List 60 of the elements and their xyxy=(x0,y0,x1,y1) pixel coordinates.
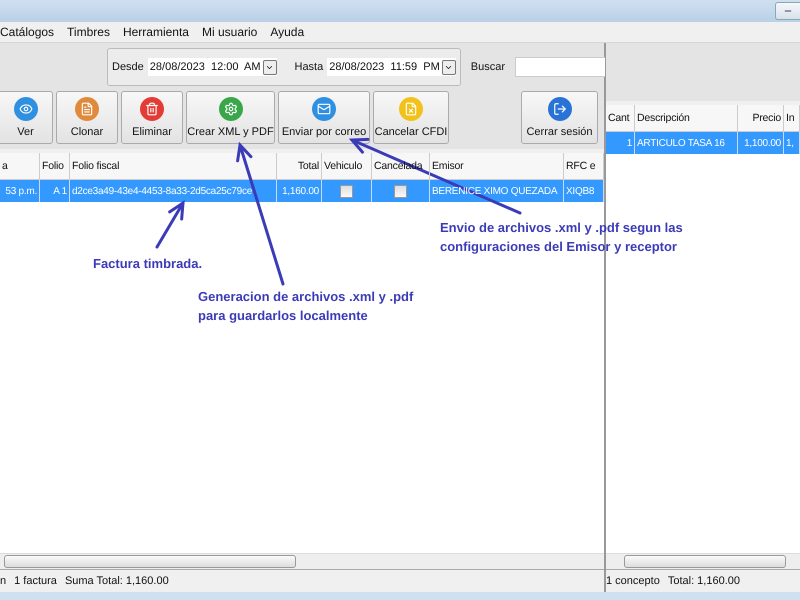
table-cell: d2ce3a49-43e4-4453-8a33-2d5ca25c79ce xyxy=(70,180,277,202)
status-text: Total: 1,160.00 xyxy=(668,575,740,587)
table-cell: ARTICULO TASA 16 xyxy=(635,132,738,154)
menu-item[interactable]: Timbres xyxy=(67,25,110,39)
document-icon xyxy=(75,97,99,121)
minimize-button[interactable] xyxy=(775,2,800,20)
checkbox[interactable] xyxy=(394,184,407,198)
toolbar-button[interactable]: Clonar xyxy=(56,91,118,144)
eye-icon xyxy=(14,97,38,121)
status-text: 1 factura xyxy=(14,575,57,587)
toolbar-button[interactable]: Cerrar sesión xyxy=(521,91,598,144)
column-header[interactable]: Precio xyxy=(738,105,784,131)
menu-item[interactable]: Catálogos xyxy=(0,25,54,39)
horizontal-scrollbar[interactable] xyxy=(0,553,604,569)
table-cell: 1,160.00 xyxy=(277,180,322,202)
column-header[interactable]: In xyxy=(784,105,800,131)
gear-icon xyxy=(218,97,242,121)
column-header[interactable]: Vehiculo xyxy=(322,153,372,179)
column-header[interactable]: Folio xyxy=(40,153,70,179)
annotation-text: Factura timbrada. xyxy=(93,255,202,273)
table-cell: XIQB8 xyxy=(564,180,604,202)
toolbar-button[interactable]: Eliminar xyxy=(121,91,183,144)
search-field[interactable] xyxy=(515,57,607,77)
envelope-icon xyxy=(312,97,336,121)
search-label: Buscar xyxy=(470,61,505,73)
menu-item[interactable]: Mi usuario xyxy=(202,25,258,39)
status-text: Suma Total: 1,160.00 xyxy=(64,575,169,587)
toolbar-button[interactable]: Enviar por correo xyxy=(278,91,370,144)
annotation-text: Generacion de archivos .xml y .pdf para guardarlos localmente xyxy=(198,288,414,325)
table-cell: 1 xyxy=(606,132,635,154)
status-text: n xyxy=(0,575,6,587)
table-cell: 1, xyxy=(784,132,800,154)
status-text: 1 concepto xyxy=(606,575,660,587)
menu-item[interactable]: Herramienta xyxy=(122,25,189,39)
document-cancel-icon xyxy=(399,97,423,121)
column-header[interactable]: Folio fiscal xyxy=(70,153,277,179)
logout-icon xyxy=(548,97,572,121)
column-header[interactable]: RFC e xyxy=(564,153,604,179)
table-cell: 53 p.m. xyxy=(0,180,40,202)
annotation-arrow xyxy=(156,200,185,248)
menu-item[interactable]: Ayuda xyxy=(270,25,304,39)
checkbox[interactable] xyxy=(340,184,353,198)
annotation-text: Envio de archivos .xml y .pdf segun las configuraciones del Emisor y receptor xyxy=(440,219,683,256)
column-header[interactable]: Descripción xyxy=(635,105,738,131)
table-cell: A 1 xyxy=(40,180,70,202)
from-date-field[interactable]: 28/08/2023 12:00 AM xyxy=(148,58,276,76)
to-date-field[interactable]: 28/08/2023 11:59 PM xyxy=(327,58,456,76)
horizontal-scrollbar[interactable] xyxy=(606,553,800,569)
toolbar-button[interactable]: Crear XML y PDF xyxy=(186,91,275,144)
table-cell: BERENICE XIMO QUEZADA xyxy=(430,180,564,202)
from-label: Desde xyxy=(112,61,144,73)
column-header[interactable]: Emisor xyxy=(430,153,564,179)
table-cell: 1,100.00 xyxy=(738,132,784,154)
column-header[interactable]: Total xyxy=(277,153,322,179)
toolbar-button[interactable]: Ver xyxy=(0,91,53,144)
trash-icon xyxy=(140,97,164,121)
column-header[interactable]: Cant xyxy=(606,105,635,131)
column-header[interactable]: a xyxy=(0,153,40,179)
to-label: Hasta xyxy=(294,61,324,73)
toolbar-button[interactable]: Cancelar CFDI xyxy=(373,91,449,144)
